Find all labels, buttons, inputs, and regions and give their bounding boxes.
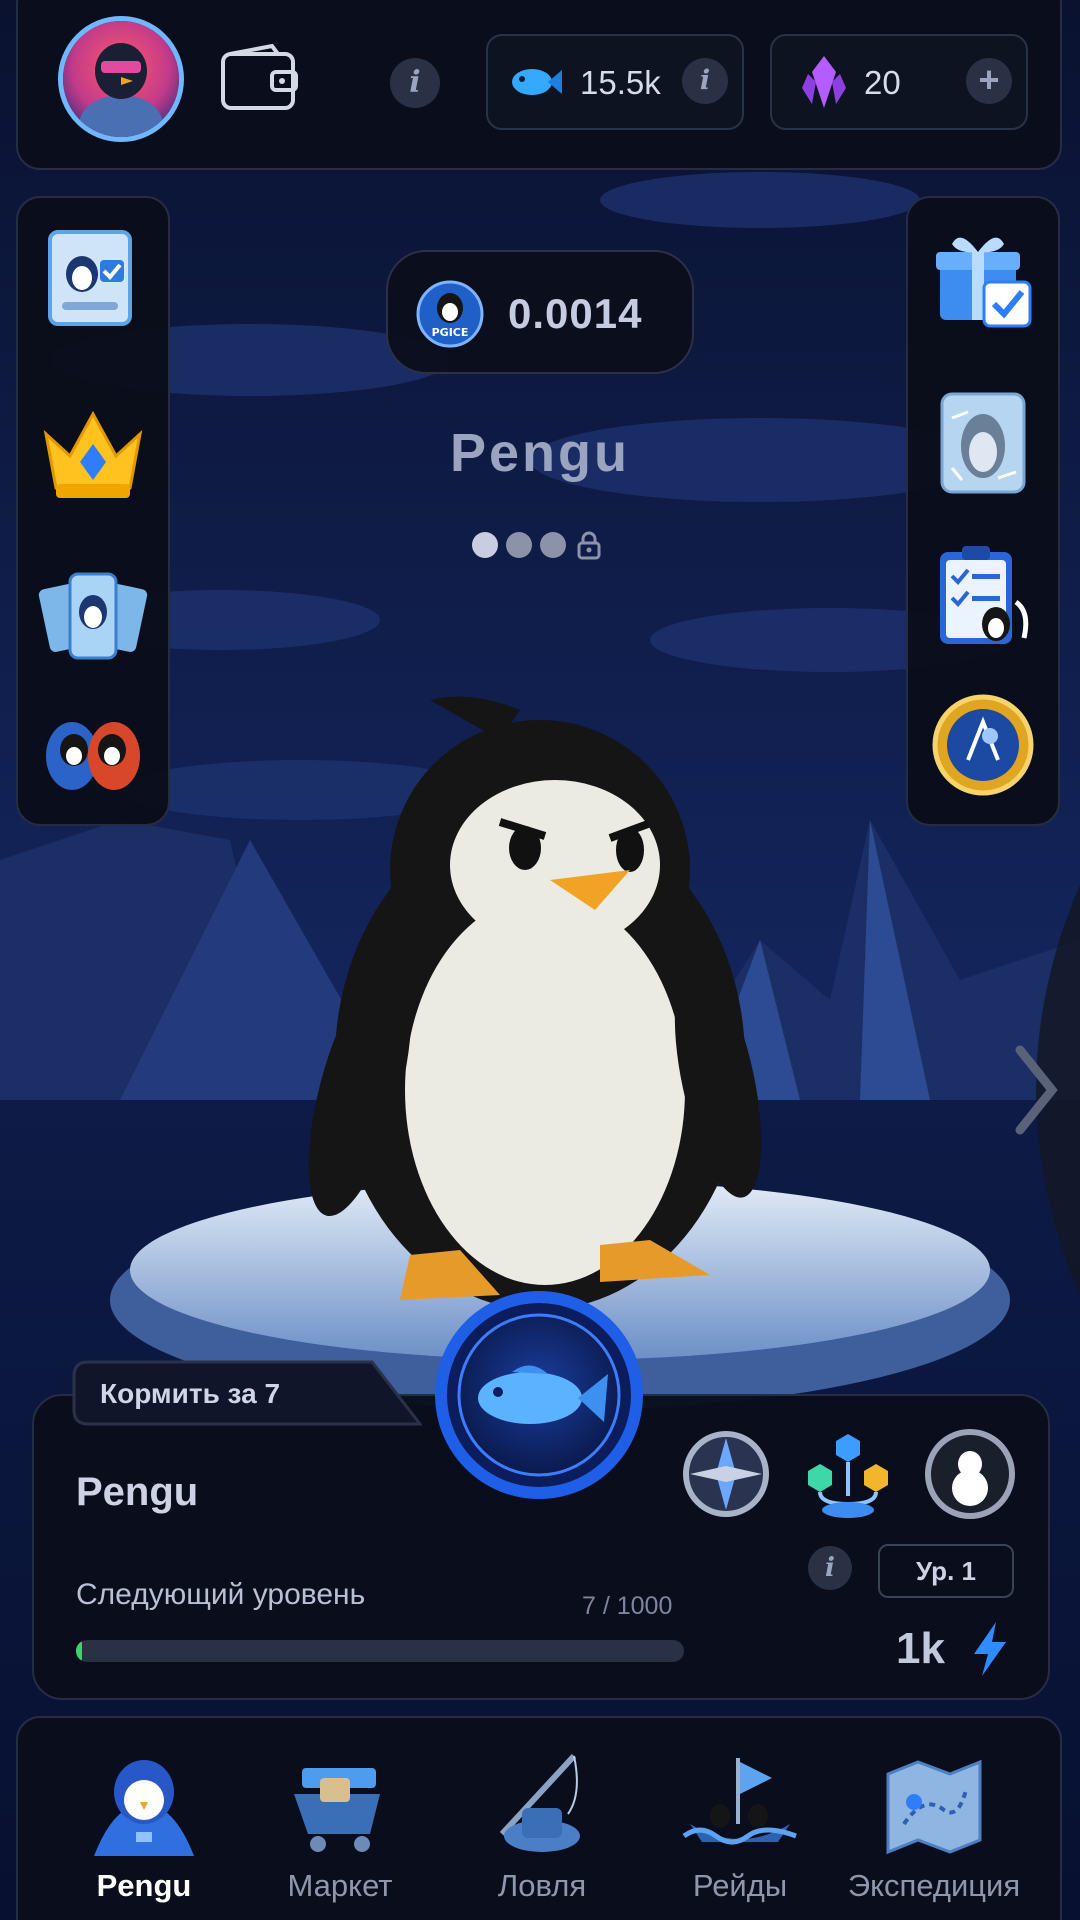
frozen-penguin-icon[interactable] [928, 388, 1038, 498]
level-info-icon[interactable]: i [808, 1546, 852, 1590]
add-gems-button[interactable]: + [966, 58, 1012, 104]
token-balance-pill: PGICE 0.0014 [386, 250, 694, 374]
stage-dot [540, 532, 566, 558]
raids-nav-icon [682, 1758, 797, 1845]
coin-label: PGICE [432, 326, 469, 339]
cards-collection-icon[interactable] [38, 220, 148, 330]
feed-fish-button[interactable] [432, 1288, 646, 1502]
level-panel-pet-name: Pengu [76, 1470, 199, 1514]
penguin-avatar-icon [63, 21, 179, 137]
market-nav-icon [294, 1768, 380, 1852]
nav-label: Ловля [497, 1868, 587, 1903]
feed-cost-label: Кормить за 7 [100, 1378, 281, 1409]
skill-tree-icon[interactable] [798, 1424, 898, 1524]
nav-item-raids[interactable]: Рейды [640, 1744, 840, 1920]
fish-balance-value: 15.5k [580, 64, 661, 101]
stage-dot [506, 532, 532, 558]
gem-balance-value: 20 [864, 64, 901, 101]
info-icon[interactable]: i [390, 58, 440, 108]
expedition-map-icon [886, 1759, 982, 1855]
nav-label: Рейды [692, 1868, 788, 1903]
fish-info-icon[interactable]: i [682, 58, 728, 104]
daily-gift-icon[interactable] [928, 222, 1038, 332]
next-pet-arrow[interactable] [996, 850, 1080, 1330]
fish-balance-box: 15.5k i [486, 34, 744, 130]
nav-label: Pengu [96, 1868, 192, 1903]
next-level-label: Следующий уровень [76, 1578, 366, 1611]
medal-icon[interactable] [928, 690, 1038, 800]
xp-progress-bar [76, 1640, 684, 1662]
crown-icon[interactable] [38, 400, 148, 510]
lock-icon [577, 531, 601, 560]
pet-title: Pengu [449, 423, 630, 483]
nav-item-fishing[interactable]: Ловля [442, 1744, 642, 1920]
pgice-coin-icon: PGICE [416, 280, 484, 348]
level-badge: Ур. 1 [878, 1544, 1014, 1598]
tasks-clipboard-icon[interactable] [928, 542, 1038, 652]
token-balance-value: 0.0014 [508, 290, 643, 337]
player-avatar[interactable] [58, 16, 184, 142]
penguin-silhouette-icon[interactable] [920, 1424, 1020, 1524]
gem-balance-box: 20 + [770, 34, 1028, 130]
fish-currency-icon [512, 69, 562, 95]
wallet-icon[interactable] [220, 44, 298, 112]
xp-progress-text: 7 / 1000 [582, 1592, 673, 1620]
compass-icon[interactable] [676, 1424, 776, 1524]
fishing-nav-icon [499, 1753, 580, 1852]
evolution-stage-dots [472, 530, 612, 560]
nav-item-expedition[interactable]: Экспедиция [834, 1744, 1034, 1920]
battle-icon[interactable] [38, 700, 148, 810]
nav-label: Экспедиция [847, 1868, 1021, 1903]
nav-item-pengu[interactable]: Pengu [44, 1744, 244, 1920]
purple-crystal-icon [802, 56, 846, 108]
nav-label: Маркет [287, 1868, 393, 1903]
penguin-cards-icon[interactable] [38, 560, 148, 670]
stage-dot [472, 532, 498, 558]
energy-value: 1k [896, 1624, 945, 1673]
lightning-icon [974, 1622, 1006, 1676]
nav-item-market[interactable]: Маркет [240, 1744, 440, 1920]
pengu-nav-icon [94, 1760, 194, 1856]
